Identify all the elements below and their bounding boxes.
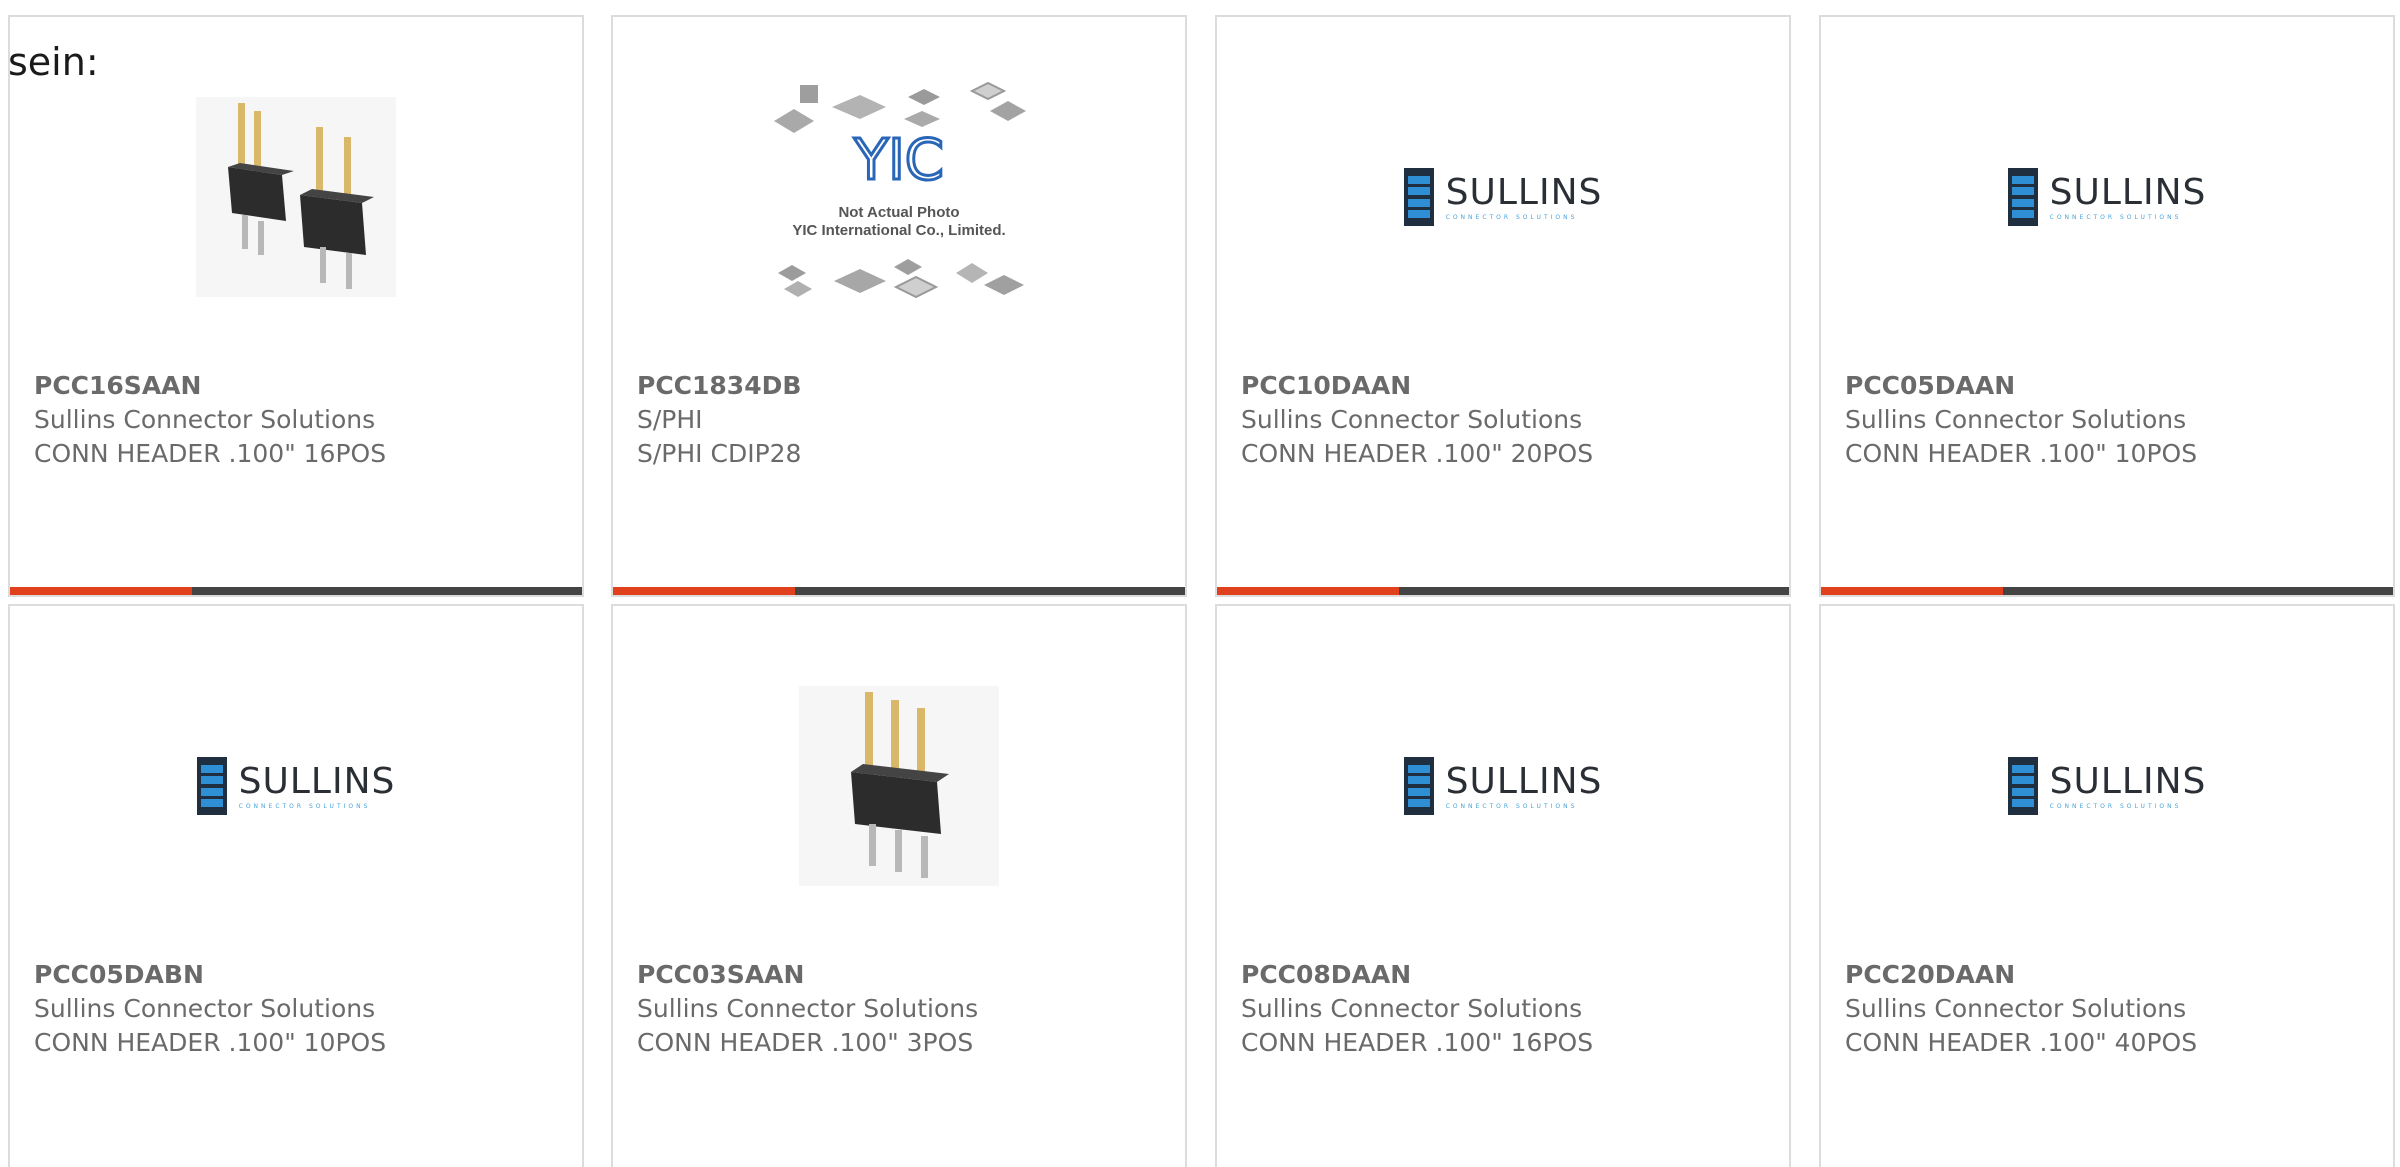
sullins-logo-mark-icon — [1403, 168, 1434, 226]
logo-tagline: CONNECTOR SOLUTIONS — [1445, 802, 1578, 810]
product-image: SULLINS CONNECTOR SOLUTIONS — [1821, 666, 2393, 906]
manufacturer: Sullins Connector Solutions — [1241, 994, 1583, 1023]
manufacturer: Sullins Connector Solutions — [637, 994, 979, 1023]
manufacturer: Sullins Connector Solutions — [34, 994, 376, 1023]
logo-tagline: CONNECTOR SOLUTIONS — [1445, 213, 1578, 221]
sullins-logo-mark-icon — [1403, 757, 1434, 815]
product-image — [613, 666, 1185, 906]
description: CONN HEADER .100" 20POS — [1241, 439, 1594, 468]
product-image — [10, 77, 582, 317]
product-card[interactable]: YIC Not Actual Photo YIC International C… — [611, 15, 1187, 597]
product-card[interactable]: SULLINS CONNECTOR SOLUTIONS PCC05DABN Su… — [8, 604, 584, 1167]
part-number[interactable]: PCC05DABN — [34, 958, 566, 992]
card-bottom-bar — [613, 587, 1185, 595]
product-card[interactable]: SULLINS CONNECTOR SOLUTIONS PCC05DAAN Su… — [1819, 15, 2395, 597]
part-number[interactable]: PCC05DAAN — [1845, 369, 2377, 403]
part-number[interactable]: PCC10DAAN — [1241, 369, 1773, 403]
sullins-logo-mark-icon — [2007, 168, 2038, 226]
logo-name: SULLINS — [1445, 760, 1603, 802]
part-number[interactable]: PCC03SAAN — [637, 958, 1169, 992]
pin-header-icon — [799, 686, 999, 886]
card-accent-bar — [10, 587, 192, 595]
logo-tagline: CONNECTOR SOLUTIONS — [238, 802, 371, 810]
part-number[interactable]: PCC20DAAN — [1845, 958, 2377, 992]
card-bottom-bar — [10, 587, 582, 595]
card-accent-bar — [1217, 587, 1399, 595]
product-info: PCC10DAAN Sullins Connector Solutions CO… — [1241, 369, 1773, 471]
svg-text:YIC: YIC — [853, 128, 944, 193]
part-number[interactable]: PCC16SAAN — [34, 369, 566, 403]
product-card[interactable]: SULLINS CONNECTOR SOLUTIONS PCC08DAAN Su… — [1215, 604, 1791, 1167]
product-image: SULLINS CONNECTOR SOLUTIONS — [1821, 77, 2393, 317]
product-image: SULLINS CONNECTOR SOLUTIONS — [1217, 77, 1789, 317]
sullins-logo-mark-icon — [196, 757, 227, 815]
part-number[interactable]: PCC1834DB — [637, 369, 1169, 403]
product-image: SULLINS CONNECTOR SOLUTIONS — [10, 666, 582, 906]
sullins-logo: SULLINS CONNECTOR SOLUTIONS — [1403, 168, 1603, 226]
sullins-logo-mark-icon — [2007, 757, 2038, 815]
product-info: PCC05DABN Sullins Connector Solutions CO… — [34, 958, 566, 1060]
logo-name: SULLINS — [1445, 171, 1603, 213]
sullins-logo: SULLINS CONNECTOR SOLUTIONS — [2007, 757, 2207, 815]
manufacturer: Sullins Connector Solutions — [1241, 405, 1583, 434]
chips-placeholder-icon: YIC Not Actual Photo YIC International C… — [774, 81, 1026, 299]
sullins-logo: SULLINS CONNECTOR SOLUTIONS — [196, 757, 396, 815]
placeholder-line-2: YIC International Co., Limited. — [792, 222, 1005, 239]
product-card[interactable]: PCC03SAAN Sullins Connector Solutions CO… — [611, 604, 1187, 1167]
card-accent-bar — [613, 587, 795, 595]
product-card[interactable]: SULLINS CONNECTOR SOLUTIONS PCC10DAAN Su… — [1215, 15, 1791, 597]
product-card[interactable]: PCC16SAAN Sullins Connector Solutions CO… — [8, 15, 584, 597]
part-number[interactable]: PCC08DAAN — [1241, 958, 1773, 992]
sullins-logo: SULLINS CONNECTOR SOLUTIONS — [1403, 757, 1603, 815]
description: CONN HEADER .100" 10POS — [1845, 439, 2198, 468]
product-info: PCC16SAAN Sullins Connector Solutions CO… — [34, 369, 566, 471]
product-info: PCC05DAAN Sullins Connector Solutions CO… — [1845, 369, 2377, 471]
product-info: PCC1834DB S/PHI S/PHI CDIP28 — [637, 369, 1169, 471]
description: CONN HEADER .100" 16POS — [1241, 1028, 1594, 1057]
card-bottom-bar — [1821, 587, 2393, 595]
product-info: PCC08DAAN Sullins Connector Solutions CO… — [1241, 958, 1773, 1060]
intro-text: sein: — [8, 40, 99, 84]
logo-name: SULLINS — [2049, 171, 2207, 213]
pin-header-icon — [196, 97, 396, 297]
description: CONN HEADER .100" 10POS — [34, 1028, 387, 1057]
product-image: SULLINS CONNECTOR SOLUTIONS — [1217, 666, 1789, 906]
product-grid-page: sein: PCC16SAAN Sullins Connector Soluti… — [0, 0, 2400, 1167]
placeholder-line-1: Not Actual Photo — [838, 204, 959, 221]
description: CONN HEADER .100" 16POS — [34, 439, 387, 468]
product-image: YIC Not Actual Photo YIC International C… — [613, 77, 1185, 317]
product-info: PCC20DAAN Sullins Connector Solutions CO… — [1845, 958, 2377, 1060]
card-bottom-bar — [1217, 587, 1789, 595]
description: S/PHI CDIP28 — [637, 439, 802, 468]
product-card[interactable]: SULLINS CONNECTOR SOLUTIONS PCC20DAAN Su… — [1819, 604, 2395, 1167]
product-info: PCC03SAAN Sullins Connector Solutions CO… — [637, 958, 1169, 1060]
description: CONN HEADER .100" 40POS — [1845, 1028, 2198, 1057]
manufacturer: Sullins Connector Solutions — [1845, 405, 2187, 434]
logo-name: SULLINS — [2049, 760, 2207, 802]
sullins-logo: SULLINS CONNECTOR SOLUTIONS — [2007, 168, 2207, 226]
manufacturer: S/PHI — [637, 405, 703, 434]
logo-name: SULLINS — [238, 760, 396, 802]
manufacturer: Sullins Connector Solutions — [34, 405, 376, 434]
logo-tagline: CONNECTOR SOLUTIONS — [2049, 213, 2182, 221]
card-accent-bar — [1821, 587, 2003, 595]
logo-tagline: CONNECTOR SOLUTIONS — [2049, 802, 2182, 810]
manufacturer: Sullins Connector Solutions — [1845, 994, 2187, 1023]
description: CONN HEADER .100" 3POS — [637, 1028, 974, 1057]
